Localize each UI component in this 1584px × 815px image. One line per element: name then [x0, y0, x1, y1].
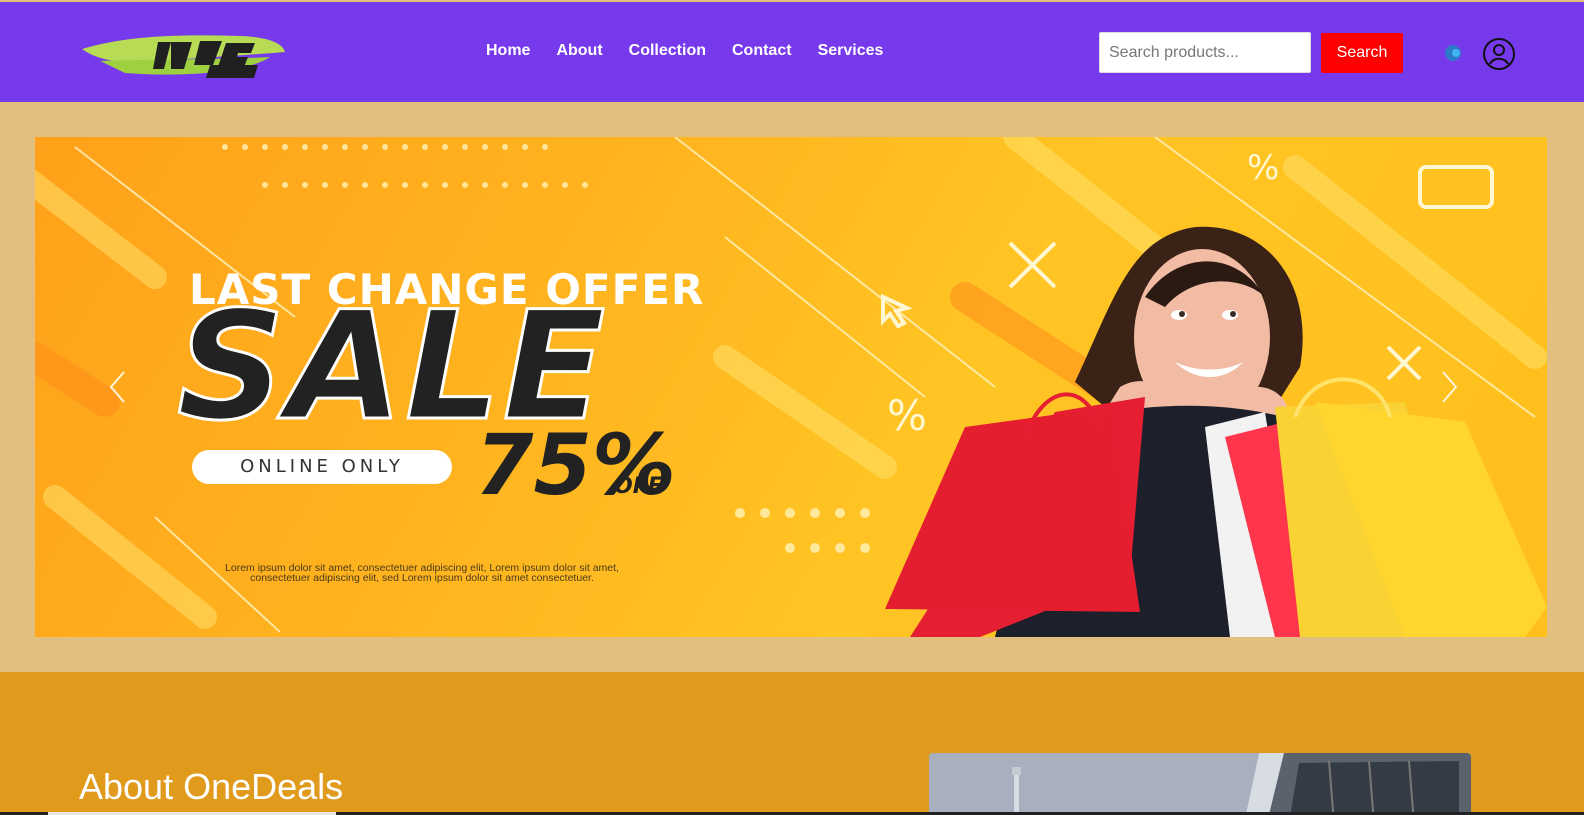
about-building-image	[929, 753, 1471, 815]
building-photo-art	[929, 753, 1471, 815]
main-navigation: Home About Collection Contact Services	[486, 42, 909, 60]
about-heading: About OneDeals	[79, 766, 344, 807]
banner-copy: Lorem ipsum dolor sit amet, consectetuer…	[225, 562, 619, 584]
search-input[interactable]	[1099, 32, 1311, 73]
user-icon[interactable]	[1482, 37, 1516, 71]
chevron-right-icon[interactable]	[1438, 369, 1460, 405]
blue-dot-icon[interactable]	[1444, 44, 1462, 62]
sale-banner[interactable]: % % LAST CHANGE OFFER SALE ONLINE ONLY 7…	[35, 137, 1547, 637]
discount-off: OFF	[614, 474, 663, 499]
nav-services[interactable]: Services	[818, 42, 884, 60]
one-deal-logo[interactable]	[80, 24, 290, 82]
online-only-badge: ONLINE ONLY	[192, 450, 452, 484]
nav-collection[interactable]: Collection	[629, 42, 706, 60]
about-section: About OneDeals	[0, 672, 1584, 815]
logo-graphic	[82, 35, 285, 78]
hero-section: % % LAST CHANGE OFFER SALE ONLINE ONLY 7…	[0, 102, 1584, 672]
nav-about[interactable]: About	[556, 42, 602, 60]
search-button[interactable]: Search	[1321, 33, 1403, 73]
chevron-left-icon[interactable]	[107, 369, 129, 405]
nav-contact[interactable]: Contact	[732, 42, 792, 60]
nav-home[interactable]: Home	[486, 42, 530, 60]
site-header: Home About Collection Contact Services S…	[0, 2, 1584, 102]
